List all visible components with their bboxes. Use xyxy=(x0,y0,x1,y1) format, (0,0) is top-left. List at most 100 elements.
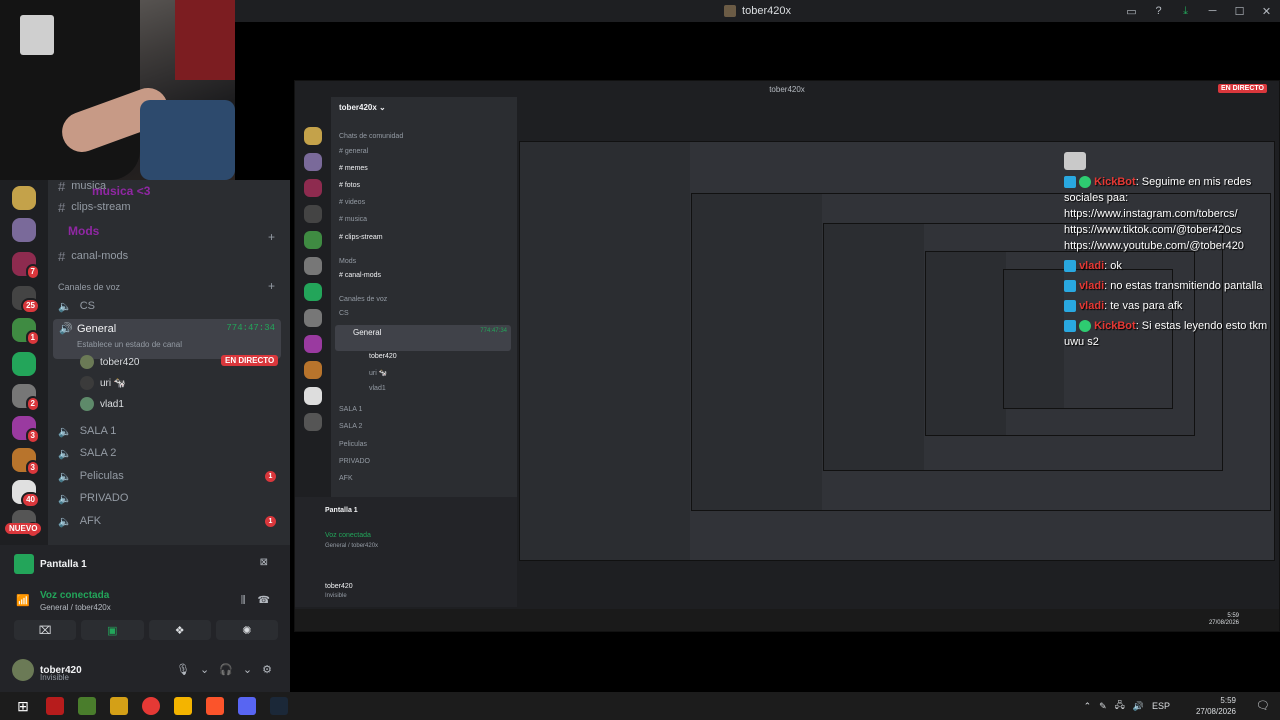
title-bar: tober420x ▭ ? ⤓ ─ ☐ ✕ xyxy=(235,0,1280,22)
window-title: tober420x xyxy=(724,5,791,17)
folder-icon[interactable] xyxy=(174,697,192,715)
obs-icon[interactable] xyxy=(142,697,160,715)
language-indicator[interactable]: ESP xyxy=(1152,701,1170,711)
shared-stream-panel: Pantalla 1 Voz conectada General / tober… xyxy=(295,497,517,607)
live-badge: EN DIRECTO xyxy=(221,355,279,366)
server-icon[interactable]: 2 xyxy=(12,384,40,412)
windows-taskbar: ⊞ ⌃ ✎ 🖧 🔊 ESP 5:59 27/08/2026 🗨 xyxy=(0,692,1280,720)
voice-member[interactable]: vlad1 xyxy=(80,394,124,414)
voice-connected-label[interactable]: Voz conectada xyxy=(40,590,109,601)
shared-general-channel: General 774:47:34 xyxy=(335,325,511,351)
server-icon xyxy=(724,5,737,17)
stream-panel: Pantalla 1 ⊠ 📶 Voz conectada General / t… xyxy=(0,545,290,692)
volume-icon[interactable]: 🔊 xyxy=(1133,701,1144,712)
voice-channel-afk[interactable]: 🔈 AFK xyxy=(58,511,101,531)
screen: tober420x ▭ ? ⤓ ─ ☐ ✕ 7 25 1 2 3 3 40 1 … xyxy=(0,0,1280,720)
server-icon[interactable] xyxy=(12,352,36,376)
network-icon[interactable]: 🖧 xyxy=(1115,698,1125,714)
mic-icon[interactable]: 🎙 xyxy=(176,663,190,676)
server-icon[interactable]: 3 xyxy=(12,416,40,444)
server-icon[interactable]: 25 xyxy=(12,286,40,314)
chat-message: vladi: ok xyxy=(1064,258,1276,274)
voice-location: General / tober420x xyxy=(40,603,111,612)
speaker-icon: 🔈 xyxy=(58,447,72,460)
verified-icon xyxy=(1079,176,1092,189)
voice-channel-sala2[interactable]: 🔈 SALA 2 xyxy=(58,443,116,463)
close-button[interactable]: ✕ xyxy=(1253,0,1280,22)
windows-start-icon[interactable]: ⊞ xyxy=(14,697,32,715)
pen-icon[interactable]: ✎ xyxy=(1099,701,1107,712)
avatar xyxy=(80,376,94,390)
add-channel-icon[interactable]: + xyxy=(268,279,275,293)
download-icon[interactable]: ⤓ xyxy=(1172,0,1199,22)
steam-icon[interactable] xyxy=(270,697,288,715)
minimize-button[interactable]: ─ xyxy=(1199,0,1226,22)
screen-icon xyxy=(14,554,34,574)
discord-icon[interactable] xyxy=(238,697,256,715)
stream-title[interactable]: Pantalla 1 xyxy=(14,554,87,574)
system-tray: ⌃ ✎ 🖧 🔊 ESP xyxy=(1084,692,1170,720)
channel-status[interactable]: Establece un estado de canal xyxy=(77,340,182,349)
chevron-down-icon[interactable]: ⌄ xyxy=(200,663,209,676)
speaker-icon: 🔈 xyxy=(58,492,72,505)
shared-taskbar xyxy=(295,609,1279,631)
speaker-icon: 🔈 xyxy=(58,470,72,483)
headphones-icon[interactable]: 🎧 xyxy=(219,663,233,676)
inbox-icon[interactable]: ▭ xyxy=(1118,0,1145,22)
activities-button[interactable]: ❖ xyxy=(148,620,211,640)
app-icon[interactable] xyxy=(46,697,64,715)
chat-overlay: KickBot: Seguime en mis redes sociales p… xyxy=(1064,152,1276,354)
speaker-icon: 🔊 xyxy=(59,323,73,335)
disconnect-icon[interactable]: ☎ xyxy=(258,595,270,606)
channel-canal-mods[interactable]: # canal-mods xyxy=(58,246,128,266)
voice-member[interactable]: uri 🐄 xyxy=(80,373,126,393)
share-title-bar: tober420x EN DIRECTO xyxy=(295,81,1279,97)
server-icon[interactable]: 40 xyxy=(12,480,40,508)
clock[interactable]: 5:59 27/08/2026 xyxy=(1196,695,1236,717)
add-channel-icon[interactable]: + xyxy=(268,230,275,244)
gear-icon[interactable]: ⚙ xyxy=(262,663,272,676)
brave-icon[interactable] xyxy=(206,697,224,715)
webcam-overlay xyxy=(0,0,235,180)
speaker-icon: 🔈 xyxy=(58,425,72,438)
category-voice[interactable]: Canales de voz xyxy=(58,282,120,292)
avatar[interactable] xyxy=(12,659,34,681)
soundboard-button[interactable]: ✺ xyxy=(215,620,278,640)
help-icon[interactable]: ? xyxy=(1145,0,1172,22)
server-icon[interactable]: 1 xyxy=(12,318,40,346)
server-icon[interactable]: 3 xyxy=(12,448,40,476)
noise-suppression-icon[interactable]: ⫼ xyxy=(241,595,246,606)
live-badge: EN DIRECTO xyxy=(1217,84,1267,93)
unread-badge: 1 xyxy=(265,516,276,527)
chat-message: vladi: no estas transmitiendo pantalla xyxy=(1064,278,1276,294)
notification-icon[interactable]: 🗨 xyxy=(1256,699,1270,712)
stop-stream-icon[interactable]: ⊠ xyxy=(260,557,268,568)
speaker-icon: 🔈 xyxy=(58,515,72,528)
camera-off-button[interactable]: ⌧ xyxy=(14,620,77,640)
screen-share-button[interactable]: ▣ xyxy=(81,620,144,640)
kick-icon xyxy=(1064,300,1076,313)
binance-icon[interactable] xyxy=(110,697,128,715)
voice-channel-sala1[interactable]: 🔈 SALA 1 xyxy=(58,421,116,441)
shared-clock: 5:59 27/08/2026 xyxy=(1208,613,1239,626)
chat-message: KickBot: Si estas leyendo esto tkm uwu s… xyxy=(1064,320,1268,348)
kick-icon xyxy=(1064,260,1076,273)
chat-avatar xyxy=(1064,152,1086,170)
chevron-down-icon[interactable]: ⌄ xyxy=(243,663,252,676)
voice-member[interactable]: tober420 xyxy=(80,352,139,372)
channel-timer: 774:47:34 xyxy=(226,323,275,333)
avatar xyxy=(80,397,94,411)
minecraft-icon[interactable] xyxy=(78,697,96,715)
unread-badge: 1 xyxy=(265,471,276,482)
voice-channel-peliculas[interactable]: 🔈 Peliculas xyxy=(58,466,124,486)
voice-channel-privado[interactable]: 🔈 PRIVADO xyxy=(58,488,128,508)
overlay-text: musica <3 Mods xyxy=(68,184,151,238)
kick-icon xyxy=(1064,280,1076,293)
voice-channel-cs[interactable]: 🔈 CS xyxy=(58,296,95,316)
speaker-icon: 🔈 xyxy=(58,300,72,313)
maximize-button[interactable]: ☐ xyxy=(1226,0,1253,22)
shared-server-name: tober420x ⌄ xyxy=(339,103,386,112)
hash-icon: # xyxy=(58,248,66,264)
chevron-up-icon[interactable]: ⌃ xyxy=(1084,701,1092,712)
verified-icon xyxy=(1079,320,1092,333)
